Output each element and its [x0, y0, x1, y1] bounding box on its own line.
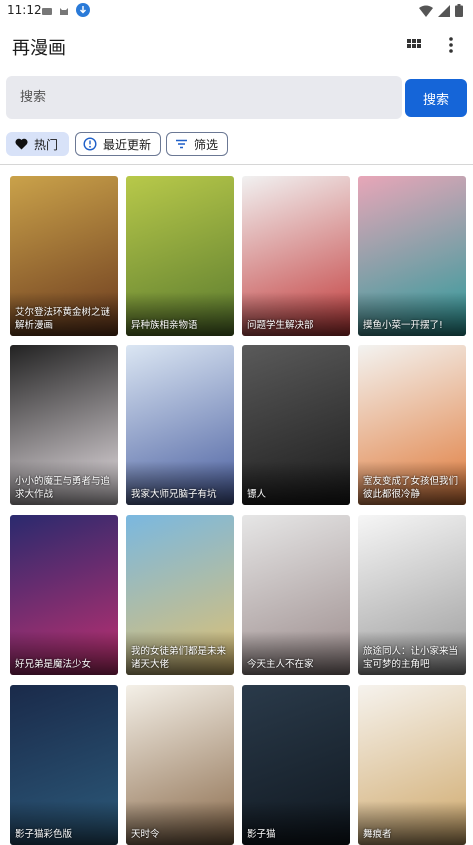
app-title: 再漫画 — [12, 38, 66, 59]
chip-recent-label: 最近更新 — [103, 137, 152, 152]
notification-icon — [42, 8, 52, 15]
comic-card[interactable]: 问题学生解决部 — [242, 176, 350, 336]
comic-title: 异种族相亲物语 — [131, 320, 198, 331]
grid-view-icon[interactable] — [404, 35, 424, 55]
filter-icon — [174, 137, 188, 151]
comic-card[interactable]: 我家大师兄脑子有坑 — [126, 345, 234, 505]
status-bar: 11:12 — [0, 0, 473, 22]
comic-card[interactable]: 摸鱼小菜一开摆了! — [358, 176, 466, 336]
status-time: 11:12 — [7, 3, 42, 17]
comic-card[interactable]: 天时令 — [126, 685, 234, 845]
more-options-icon[interactable] — [441, 35, 461, 55]
comic-card[interactable]: 影子猫 — [242, 685, 350, 845]
divider — [0, 164, 473, 165]
comic-card[interactable]: 我的女徒弟们都是未来诸天大佬 — [126, 515, 234, 675]
comic-title: 今天主人不在家 — [247, 659, 314, 670]
comic-card[interactable]: 室友变成了女孩但我们彼此都很冷静 — [358, 345, 466, 505]
battery-icon — [455, 4, 463, 17]
comic-card[interactable]: 舞痕者 — [358, 685, 466, 845]
chip-filter[interactable]: 筛选 — [166, 132, 228, 156]
comic-card[interactable]: 异种族相亲物语 — [126, 176, 234, 336]
comic-title: 好兄弟是魔法少女 — [15, 659, 92, 670]
comic-title: 我家大师兄脑子有坑 — [131, 489, 217, 500]
comic-title: 旅途同人：让小家来当宝可梦的主角吧 — [363, 646, 459, 670]
app-bar: 再漫画 — [0, 22, 473, 68]
search-button[interactable]: 搜索 — [405, 79, 467, 117]
chip-hot[interactable]: 热门 — [6, 132, 69, 156]
signal-icon — [438, 4, 450, 17]
comic-card[interactable]: 旅途同人：让小家来当宝可梦的主角吧 — [358, 515, 466, 675]
comic-title: 舞痕者 — [363, 829, 392, 840]
comic-card[interactable]: 艾尔登法环黄金树之谜解析漫画 — [10, 176, 118, 336]
comic-card[interactable]: 好兄弟是魔法少女 — [10, 515, 118, 675]
comic-title: 镖人 — [247, 489, 267, 500]
comic-card[interactable]: 镖人 — [242, 345, 350, 505]
search-field[interactable] — [6, 76, 402, 119]
cat-icon — [60, 8, 68, 15]
chip-hot-label: 热门 — [34, 137, 59, 152]
comic-card[interactable]: 影子猫彩色版 — [10, 685, 118, 845]
comic-title: 问题学生解决部 — [247, 320, 314, 331]
comic-title: 室友变成了女孩但我们彼此都很冷静 — [363, 476, 459, 500]
comic-title: 我的女徒弟们都是未来诸天大佬 — [131, 646, 227, 670]
chip-recent[interactable]: 最近更新 — [75, 132, 161, 156]
comic-title: 影子猫 — [247, 829, 276, 840]
comic-card[interactable]: 今天主人不在家 — [242, 515, 350, 675]
comic-card[interactable]: 小小的魔王与勇者与追求大作战 — [10, 345, 118, 505]
comic-title: 小小的魔王与勇者与追求大作战 — [15, 476, 111, 500]
clock-icon — [83, 137, 97, 151]
comic-title: 艾尔登法环黄金树之谜解析漫画 — [15, 307, 111, 331]
comic-title: 天时令 — [131, 829, 160, 840]
download-icon — [76, 3, 90, 17]
chip-filter-label: 筛选 — [194, 137, 219, 152]
comic-title: 摸鱼小菜一开摆了! — [363, 320, 443, 331]
search-input[interactable] — [6, 76, 380, 119]
wifi-icon — [419, 5, 433, 17]
comic-title: 影子猫彩色版 — [15, 829, 73, 840]
heart-icon — [14, 137, 28, 151]
